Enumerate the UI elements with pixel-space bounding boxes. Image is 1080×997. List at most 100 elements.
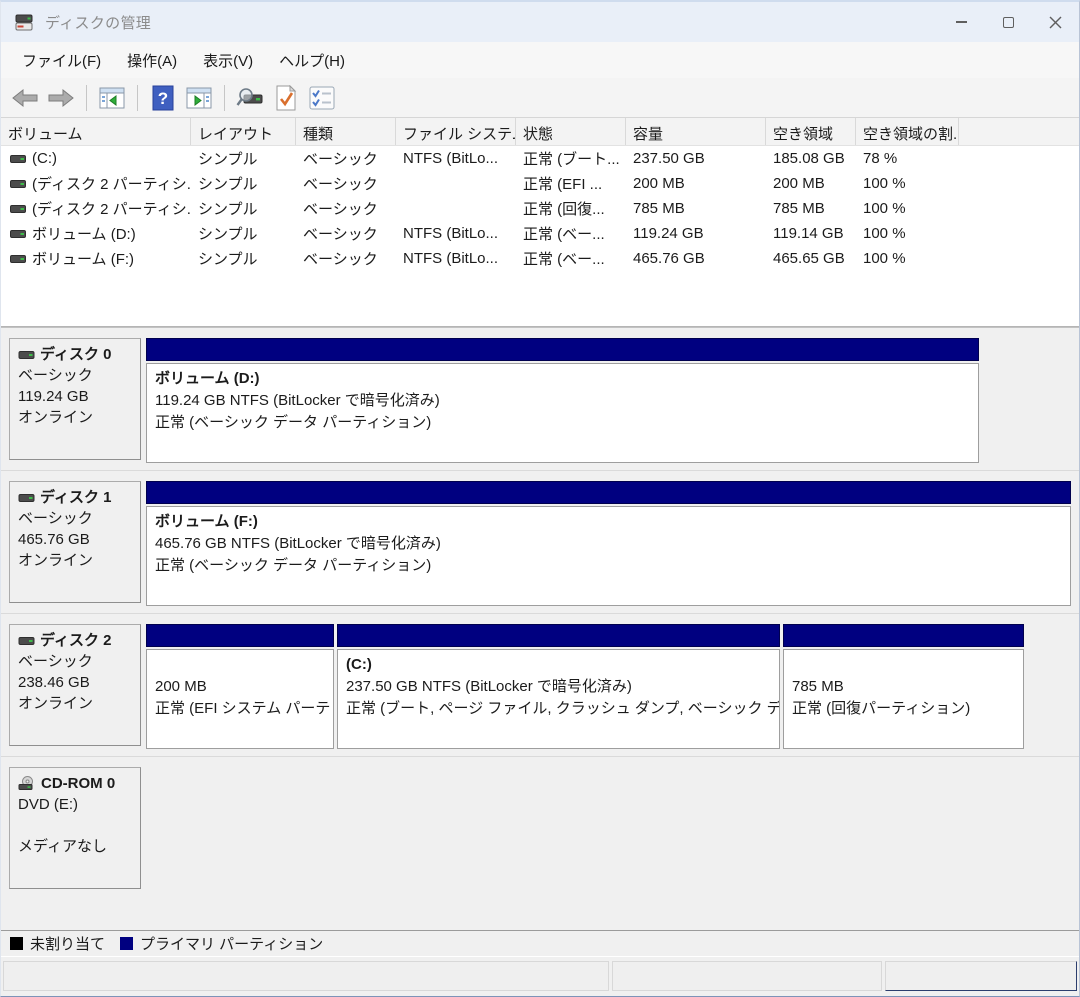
partition-info-box: 785 MB 正常 (回復パーティション) — [783, 649, 1024, 749]
help-button[interactable]: ? — [147, 82, 179, 114]
svg-text:?: ? — [158, 89, 168, 108]
partition-info-box: 200 MB 正常 (EFI システム パーテ — [146, 649, 334, 749]
volume-drive-icon — [10, 178, 26, 190]
cdrom-label-panel[interactable]: CD-ROM 0 DVD (E:) メディアなし — [9, 767, 141, 889]
disk-name: ディスク 0 — [40, 344, 111, 365]
disk-status: オンライン — [18, 550, 134, 571]
column-header-free[interactable]: 空き領域 — [766, 118, 856, 145]
disk-partitions: 200 MB 正常 (EFI システム パーテ (C:) 237.50 GB N… — [146, 624, 1024, 749]
partition[interactable]: 200 MB 正常 (EFI システム パーテ — [146, 624, 334, 749]
partition-detail: 785 MB — [792, 676, 1015, 698]
volume-name: ボリューム (D:) — [32, 223, 136, 244]
partition-title: ボリューム (F:) — [155, 511, 1062, 533]
rescan-disks-button[interactable] — [234, 82, 266, 114]
partition-status: 正常 (EFI システム パーテ — [155, 698, 325, 720]
window-title: ディスクの管理 — [45, 12, 151, 33]
disk-status: オンライン — [18, 407, 134, 428]
menu-item-action[interactable]: 操作(A) — [114, 44, 190, 77]
disk-management-window: ディスクの管理 ファイル(F) 操作(A) 表示(V) ヘルプ(H) — [0, 0, 1080, 997]
status-panel — [3, 961, 609, 991]
back-button[interactable] — [9, 82, 41, 114]
table-row[interactable]: ボリューム (F:) シンプル ベーシック NTFS (BitLo... 正常 … — [1, 246, 1079, 271]
disk-management-app-icon — [15, 14, 35, 31]
legend-unallocated-swatch — [10, 937, 23, 950]
disk-type: ベーシック — [18, 508, 134, 529]
column-header-status[interactable]: 状態 — [516, 118, 626, 145]
cell-type: ベーシック — [296, 173, 396, 194]
maximize-button[interactable] — [985, 2, 1032, 42]
minimize-icon — [956, 21, 967, 23]
volume-drive-icon — [10, 203, 26, 215]
cell-volume: (ディスク 2 パーティシ... — [1, 198, 191, 219]
disk-name: ディスク 1 — [40, 487, 111, 508]
disk-size: 465.76 GB — [18, 529, 134, 550]
cdrom-name: CD-ROM 0 — [41, 773, 115, 794]
cell-status: 正常 (ブート... — [516, 148, 626, 169]
cell-free: 200 MB — [766, 175, 856, 192]
table-row[interactable]: ボリューム (D:) シンプル ベーシック NTFS (BitLo... 正常 … — [1, 221, 1079, 246]
disk-row: ディスク 0 ベーシック 119.24 GB オンライン ボリューム (D:) … — [1, 328, 1079, 471]
console-tree-button[interactable] — [96, 82, 128, 114]
column-header-fs[interactable]: ファイル システム — [396, 118, 516, 145]
cdrom-icon — [18, 776, 36, 791]
disk-size: 238.46 GB — [18, 672, 134, 693]
checklist-icon — [309, 86, 335, 110]
cdrom-media-status: メディアなし — [18, 836, 134, 857]
cdrom-drive: DVD (E:) — [18, 794, 134, 815]
partition[interactable]: ボリューム (F:) 465.76 GB NTFS (BitLocker で暗号… — [146, 481, 1071, 606]
partition-status: 正常 (回復パーティション) — [792, 698, 1015, 720]
column-header-volume[interactable]: ボリューム — [1, 118, 191, 145]
disk-icon — [18, 492, 35, 504]
checklist-button[interactable] — [306, 82, 338, 114]
volume-table-header: ボリューム レイアウト 種類 ファイル システム 状態 容量 空き領域 空き領域… — [1, 118, 1079, 146]
menu-item-file[interactable]: ファイル(F) — [9, 44, 114, 77]
column-header-free-pct[interactable]: 空き領域の割... — [856, 118, 959, 145]
partition-color-bar — [783, 624, 1024, 647]
rescan-disks-icon — [236, 86, 264, 110]
column-header-empty — [959, 118, 1079, 145]
disk-label-panel[interactable]: ディスク 2 ベーシック 238.46 GB オンライン — [9, 624, 141, 746]
disk-type: ベーシック — [18, 365, 134, 386]
forward-button[interactable] — [45, 82, 77, 114]
cell-volume: ボリューム (D:) — [1, 223, 191, 244]
statusbar — [1, 956, 1079, 996]
forward-icon — [47, 88, 75, 108]
table-row[interactable]: (C:) シンプル ベーシック NTFS (BitLo... 正常 (ブート..… — [1, 146, 1079, 171]
cell-free: 465.65 GB — [766, 250, 856, 267]
status-panel — [885, 961, 1077, 991]
menubar: ファイル(F) 操作(A) 表示(V) ヘルプ(H) — [1, 42, 1079, 78]
cell-free-pct: 100 % — [856, 225, 959, 242]
menu-item-view[interactable]: 表示(V) — [190, 44, 266, 77]
disk-partitions: ボリューム (D:) 119.24 GB NTFS (BitLocker で暗号… — [146, 338, 979, 463]
column-header-capacity[interactable]: 容量 — [626, 118, 766, 145]
volume-drive-icon — [10, 253, 26, 265]
cell-status: 正常 (ベー... — [516, 223, 626, 244]
column-header-layout[interactable]: レイアウト — [191, 118, 296, 145]
cell-volume: (C:) — [1, 150, 191, 167]
disk-type: ベーシック — [18, 651, 134, 672]
disk-label-panel[interactable]: ディスク 1 ベーシック 465.76 GB オンライン — [9, 481, 141, 603]
partition[interactable]: ボリューム (D:) 119.24 GB NTFS (BitLocker で暗号… — [146, 338, 979, 463]
menu-item-help[interactable]: ヘルプ(H) — [266, 44, 358, 77]
close-button[interactable] — [1032, 2, 1079, 42]
table-row[interactable]: (ディスク 2 パーティシ... シンプル ベーシック 正常 (EFI ... … — [1, 171, 1079, 196]
volume-name: (C:) — [32, 150, 57, 167]
action-pane-button[interactable] — [183, 82, 215, 114]
minimize-button[interactable] — [938, 2, 985, 42]
toolbar: ? — [1, 78, 1079, 118]
cell-free: 185.08 GB — [766, 150, 856, 167]
cell-type: ベーシック — [296, 198, 396, 219]
disk-label-panel[interactable]: ディスク 0 ベーシック 119.24 GB オンライン — [9, 338, 141, 460]
check-document-button[interactable] — [270, 82, 302, 114]
legend-bar: 未割り当て プライマリ パーティション — [1, 930, 1079, 956]
cell-capacity: 465.76 GB — [626, 250, 766, 267]
window-controls — [938, 2, 1079, 42]
partition[interactable]: (C:) 237.50 GB NTFS (BitLocker で暗号化済み) 正… — [337, 624, 780, 749]
table-row[interactable]: (ディスク 2 パーティシ... シンプル ベーシック 正常 (回復... 78… — [1, 196, 1079, 221]
partition-info-box: ボリューム (D:) 119.24 GB NTFS (BitLocker で暗号… — [146, 363, 979, 463]
column-header-type[interactable]: 種類 — [296, 118, 396, 145]
partition-info-box: ボリューム (F:) 465.76 GB NTFS (BitLocker で暗号… — [146, 506, 1071, 606]
partition-color-bar — [146, 624, 334, 647]
partition[interactable]: 785 MB 正常 (回復パーティション) — [783, 624, 1024, 749]
disk-row: ディスク 1 ベーシック 465.76 GB オンライン ボリューム (F:) … — [1, 471, 1079, 614]
